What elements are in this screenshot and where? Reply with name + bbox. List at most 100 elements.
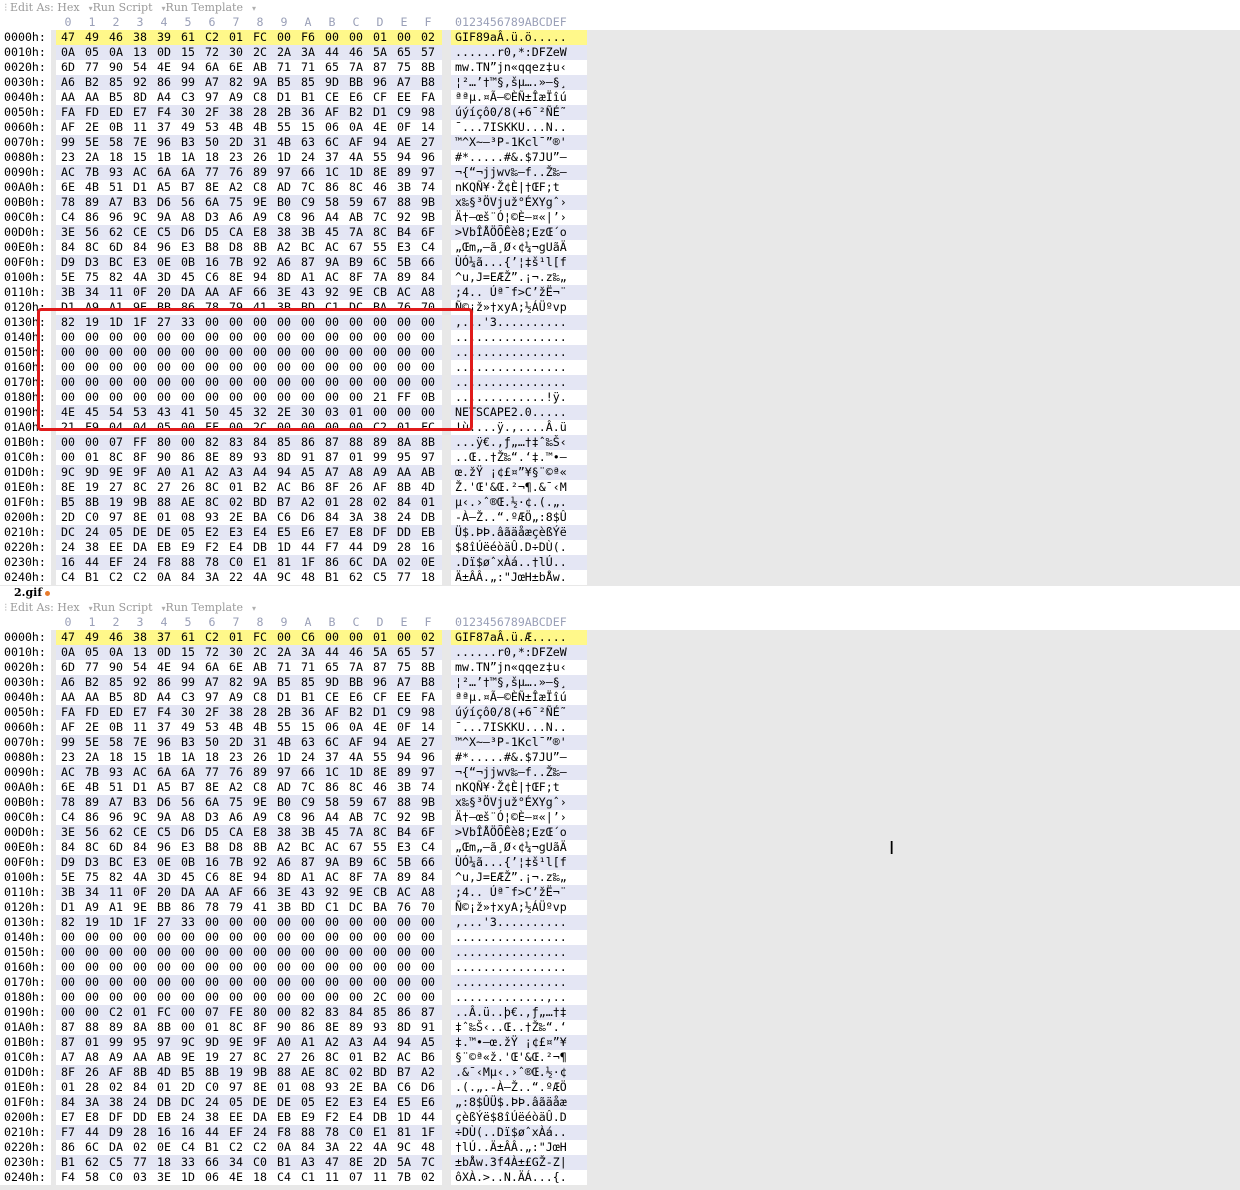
hex-byte[interactable]: E5	[394, 1095, 414, 1110]
ascii-text[interactable]: NETSCAPE2.0.....	[455, 405, 567, 420]
hex-byte[interactable]: 2C	[250, 45, 270, 60]
ascii-text[interactable]: .(.„.-À—Ž..“.ºÆÖ	[455, 1080, 567, 1095]
hex-byte[interactable]: 9C	[274, 570, 294, 585]
hex-byte[interactable]: 92	[250, 255, 270, 270]
hex-byte[interactable]: BB	[346, 75, 366, 90]
hex-byte[interactable]: 65	[322, 660, 342, 675]
hex-byte[interactable]: D1	[370, 105, 390, 120]
ascii-text[interactable]: #*.....#&.$7JU”–	[455, 750, 567, 765]
hex-byte[interactable]: 9E	[346, 885, 366, 900]
hex-byte[interactable]: FC	[250, 30, 270, 45]
hex-byte[interactable]: 55	[370, 240, 390, 255]
hex-byte[interactable]: C0	[202, 1080, 222, 1095]
hex-byte[interactable]: 9B	[418, 210, 438, 225]
hex-byte[interactable]: 00	[154, 345, 174, 360]
hex-byte[interactable]: 97	[418, 450, 438, 465]
hex-byte[interactable]: AB	[154, 1050, 174, 1065]
hex-byte[interactable]: 67	[346, 240, 366, 255]
hex-byte[interactable]: 44	[322, 645, 342, 660]
hex-byte[interactable]: 99	[178, 675, 198, 690]
hex-byte[interactable]: A9	[226, 690, 246, 705]
hex-byte[interactable]: 55	[370, 750, 390, 765]
hex-byte[interactable]: 71	[274, 660, 294, 675]
hex-byte[interactable]: AC	[394, 885, 414, 900]
hex-byte[interactable]: 00	[298, 915, 318, 930]
ascii-text[interactable]: „Œm„–ã¸Ø‹¢¼¬gUãÄ	[455, 840, 567, 855]
hex-byte[interactable]: 9C	[58, 465, 78, 480]
hex-byte[interactable]: 00	[346, 375, 366, 390]
hex-byte[interactable]: C1	[322, 900, 342, 915]
hex-byte[interactable]: E8	[250, 225, 270, 240]
hex-byte[interactable]: 7C	[370, 210, 390, 225]
hex-byte[interactable]: D6	[178, 825, 198, 840]
hex-byte[interactable]: 00	[394, 30, 414, 45]
hex-byte[interactable]: 00	[226, 960, 246, 975]
hex-byte[interactable]: 1D	[394, 1110, 414, 1125]
ascii-text[interactable]: -À—Ž..“.ºÆÖ„:8$Û	[455, 510, 567, 525]
toolbar-item[interactable]: Edit As: Hex	[10, 0, 80, 15]
hex-byte[interactable]: 00	[370, 345, 390, 360]
hex-byte[interactable]: A2	[274, 240, 294, 255]
hex-byte[interactable]: AC	[322, 240, 342, 255]
hex-byte[interactable]: 31	[250, 135, 270, 150]
hex-byte[interactable]: 58	[106, 735, 126, 750]
hex-byte[interactable]: 1D	[346, 165, 366, 180]
hex-byte[interactable]: 23	[58, 150, 78, 165]
hex-byte[interactable]: E4	[346, 1110, 366, 1125]
hex-byte[interactable]: A3	[226, 465, 246, 480]
hex-byte[interactable]: D9	[58, 255, 78, 270]
hex-byte[interactable]: 26	[82, 1065, 102, 1080]
hex-byte[interactable]: 02	[106, 1080, 126, 1095]
hex-byte[interactable]: A5	[298, 465, 318, 480]
ascii-text[interactable]: œ.žŸ ¡¢£¤”¥§¨©ª«	[455, 465, 567, 480]
hex-byte[interactable]: AE	[394, 135, 414, 150]
hex-byte[interactable]: 00	[202, 975, 222, 990]
hex-byte[interactable]: BD	[370, 1065, 390, 1080]
hex-byte[interactable]: C3	[178, 90, 198, 105]
hex-byte[interactable]: 27	[226, 1050, 246, 1065]
hex-byte[interactable]: 97	[202, 690, 222, 705]
hex-byte[interactable]: 1F	[130, 315, 150, 330]
hex-byte[interactable]: 55	[274, 720, 294, 735]
hex-byte[interactable]: 00	[322, 315, 342, 330]
hex-byte[interactable]: 01	[226, 630, 246, 645]
hex-byte[interactable]: 27	[274, 1050, 294, 1065]
hex-byte[interactable]: 02	[346, 1065, 366, 1080]
hex-byte[interactable]: B9	[346, 855, 366, 870]
hex-byte[interactable]: 5E	[58, 270, 78, 285]
hex-byte[interactable]: 3B	[58, 285, 78, 300]
hex-byte[interactable]: A4	[154, 90, 174, 105]
hex-byte[interactable]: 00	[298, 390, 318, 405]
hex-byte[interactable]: 3B	[394, 780, 414, 795]
hex-byte[interactable]: 61	[178, 30, 198, 45]
hex-byte[interactable]: E3	[394, 240, 414, 255]
hex-byte[interactable]: 8C	[346, 780, 366, 795]
hex-byte[interactable]: 28	[394, 540, 414, 555]
ascii-text[interactable]: x‰§³ÖVjuž°ÉXYgˆ›	[455, 195, 567, 210]
hex-byte[interactable]: C4	[58, 570, 78, 585]
hex-byte[interactable]: 8B	[418, 60, 438, 75]
hex-byte[interactable]: AC	[58, 165, 78, 180]
hex-byte[interactable]: 5A	[370, 45, 390, 60]
hex-byte[interactable]: 00	[298, 960, 318, 975]
hex-byte[interactable]: 3A	[202, 570, 222, 585]
hex-byte[interactable]: 00	[274, 1005, 294, 1020]
hex-byte[interactable]: 15	[298, 720, 318, 735]
hex-byte[interactable]: C2	[370, 420, 390, 435]
hex-byte[interactable]: 0B	[178, 855, 198, 870]
hex-byte[interactable]: 46	[106, 630, 126, 645]
hex-byte[interactable]: 2D	[58, 510, 78, 525]
hex-byte[interactable]: 8D	[274, 450, 294, 465]
hex-byte[interactable]: C9	[394, 105, 414, 120]
hex-byte[interactable]: 00	[250, 345, 270, 360]
hex-byte[interactable]: 2A	[82, 150, 102, 165]
hex-byte[interactable]: 58	[82, 1170, 102, 1185]
hex-byte[interactable]: 00	[106, 975, 126, 990]
hex-byte[interactable]: 47	[58, 630, 78, 645]
hex-byte[interactable]: A8	[82, 1050, 102, 1065]
file-tab[interactable]: 2.gif	[0, 586, 1240, 600]
hex-byte[interactable]: 15	[178, 645, 198, 660]
hex-byte[interactable]: 70	[418, 900, 438, 915]
hex-byte[interactable]: 18	[154, 1155, 174, 1170]
hex-byte[interactable]: 56	[82, 225, 102, 240]
